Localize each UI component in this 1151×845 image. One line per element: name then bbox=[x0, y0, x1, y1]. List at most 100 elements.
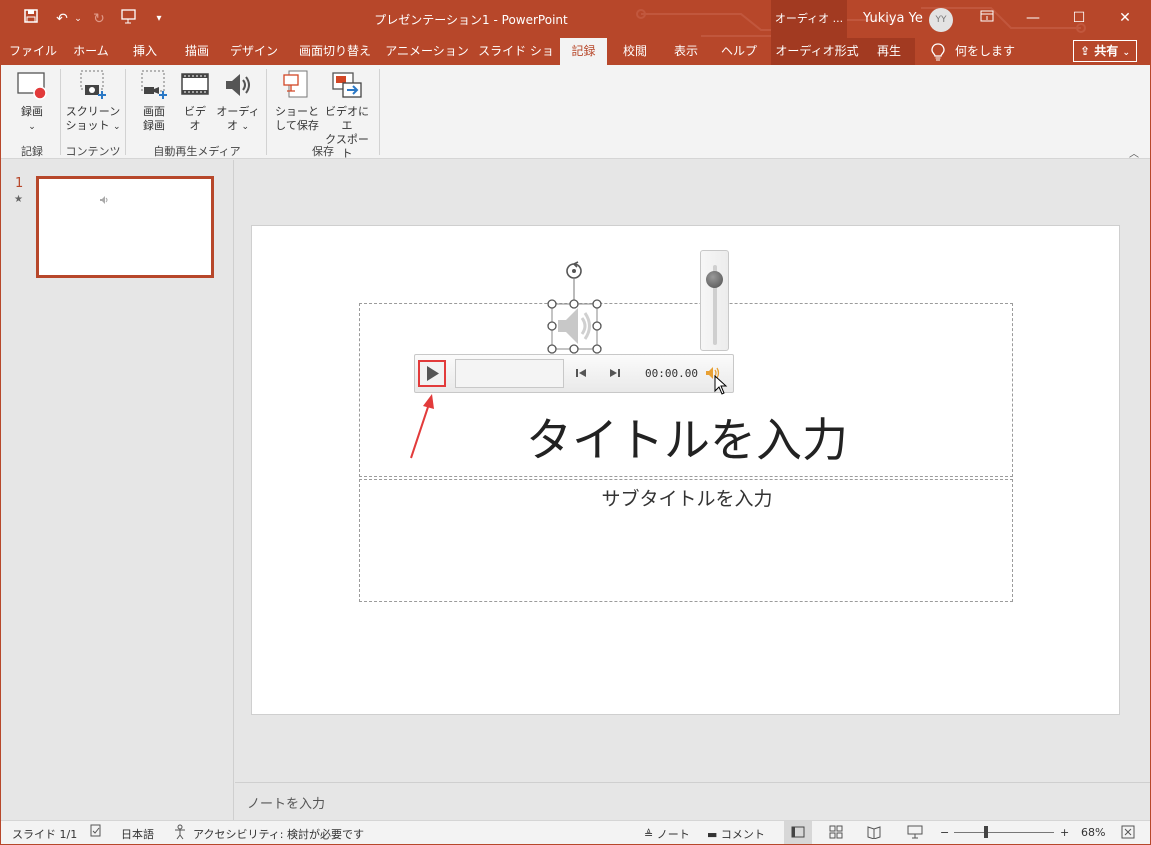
record-button[interactable]: 録画 ⌄ bbox=[9, 69, 55, 134]
avatar[interactable]: YY bbox=[929, 8, 953, 32]
tab-transitions[interactable]: 画面切り替え bbox=[289, 38, 381, 65]
notes-label: ノート bbox=[656, 828, 690, 841]
chevron-down-icon: ⌄ bbox=[112, 122, 121, 132]
ribbon-tab-row: ファイル ホーム 挿入 描画 デザイン 画面切り替え アニメーション スライド … bbox=[1, 38, 1150, 85]
comments-label: コメント bbox=[720, 828, 765, 841]
chevron-down-icon: ⌄ bbox=[241, 122, 250, 132]
normal-view-icon bbox=[791, 826, 805, 838]
slide-thumbnail[interactable] bbox=[36, 176, 214, 278]
ribbon-recording: 録画 ⌄ 記録 スクリーン ショット ⌄ コンテンツ 画面 録画 ビデ オ オー… bbox=[1, 65, 1150, 160]
reading-view-icon[interactable] bbox=[867, 825, 881, 842]
subtitle-placeholder-text: サブタイトルを入力 bbox=[601, 488, 773, 510]
screenshot-label-line1: スクリーン bbox=[65, 105, 121, 118]
audio-label-line1: オーディ bbox=[216, 105, 260, 118]
tab-animations[interactable]: アニメーション bbox=[383, 38, 471, 65]
user-name[interactable]: Yukiya Ye bbox=[863, 11, 923, 26]
contextual-tab-header: オーディオ ... bbox=[771, 0, 847, 38]
slide-canvas[interactable]: タイトルを入力 サブタイトルを入力 bbox=[251, 225, 1120, 715]
audio-label-line2: オ bbox=[226, 119, 238, 132]
tab-home[interactable]: ホーム bbox=[63, 38, 119, 65]
audio-player-bar: 00:00.00 bbox=[414, 354, 734, 393]
playback-progress-bar[interactable] bbox=[455, 359, 564, 388]
zoom-slider-thumb[interactable] bbox=[984, 826, 989, 838]
export-video-label-line1: ビデオにエ bbox=[325, 105, 369, 132]
fit-to-window-icon[interactable] bbox=[1121, 825, 1135, 842]
normal-view-button[interactable] bbox=[784, 821, 812, 844]
tab-review[interactable]: 校閲 bbox=[611, 38, 659, 65]
group-label-automedia: 自動再生メディア bbox=[153, 145, 241, 158]
screen-recording-label-line1: 画面 bbox=[143, 105, 165, 118]
maximize-icon[interactable]: ☐ bbox=[1056, 0, 1102, 36]
tab-recording[interactable]: 記録 bbox=[560, 38, 607, 65]
chevron-down-icon: ⌄ bbox=[1122, 48, 1130, 58]
share-icon: ⇪ bbox=[1080, 44, 1091, 58]
share-label: 共有 bbox=[1094, 44, 1119, 58]
zoom-percent[interactable]: 68% bbox=[1081, 826, 1105, 839]
zoom-slider[interactable] bbox=[954, 832, 1054, 833]
group-label-content: コンテンツ bbox=[65, 145, 121, 158]
notes-pane[interactable]: ノートを入力 bbox=[235, 782, 1150, 820]
animation-star-icon: ★ bbox=[14, 194, 23, 205]
group-divider bbox=[125, 69, 126, 155]
rotate-handle-icon[interactable] bbox=[566, 261, 582, 279]
annotation-arrow-icon bbox=[410, 394, 434, 459]
zoom-out-button[interactable]: − bbox=[940, 826, 949, 839]
title-placeholder-text: タイトルを入力 bbox=[526, 413, 848, 467]
screen-recording-button[interactable]: 画面 録画 bbox=[133, 69, 175, 133]
collapse-ribbon-icon[interactable]: ︿ bbox=[1129, 145, 1139, 160]
tab-draw[interactable]: 描画 bbox=[173, 38, 221, 65]
group-divider bbox=[379, 69, 380, 155]
zoom-in-button[interactable]: + bbox=[1060, 826, 1069, 839]
screenshot-label-line2: ショット bbox=[65, 119, 110, 132]
video-label-line2: オ bbox=[189, 119, 201, 132]
accessibility-status[interactable]: アクセシビリティ: 検討が必要です bbox=[193, 826, 364, 842]
slideshow-view-icon[interactable] bbox=[907, 825, 923, 842]
screen-recording-icon bbox=[141, 70, 167, 99]
tab-slideshow[interactable]: スライド ショー bbox=[473, 38, 559, 85]
language-indicator[interactable]: 日本語 bbox=[121, 826, 154, 842]
film-icon bbox=[181, 73, 209, 95]
tab-help[interactable]: ヘルプ bbox=[713, 38, 765, 65]
chevron-down-icon: ⌄ bbox=[28, 122, 36, 132]
ribbon-display-options-icon[interactable] bbox=[964, 0, 1010, 36]
comments-button[interactable]: ▬ コメント bbox=[707, 826, 765, 842]
mouse-cursor-icon bbox=[714, 375, 728, 395]
volume-thumb[interactable] bbox=[706, 271, 723, 288]
tab-design[interactable]: デザイン bbox=[223, 38, 285, 65]
tab-file[interactable]: ファイル bbox=[5, 38, 61, 65]
skip-back-button[interactable] bbox=[575, 367, 587, 382]
save-as-show-button[interactable]: ショーと して保存 bbox=[273, 69, 321, 133]
tab-insert[interactable]: 挿入 bbox=[121, 38, 169, 65]
slide-sorter-view-icon[interactable] bbox=[829, 825, 843, 842]
save-as-show-label-line2: して保存 bbox=[275, 119, 319, 132]
skip-forward-icon bbox=[610, 369, 620, 377]
group-divider bbox=[60, 69, 61, 155]
share-button[interactable]: ⇪ 共有 ⌄ bbox=[1073, 40, 1137, 62]
volume-slider[interactable] bbox=[700, 250, 729, 351]
screenshot-button[interactable]: スクリーン ショット ⌄ bbox=[65, 69, 121, 134]
spell-check-icon[interactable] bbox=[89, 824, 103, 841]
skip-forward-button[interactable] bbox=[609, 367, 621, 382]
minimize-icon[interactable]: — bbox=[1010, 0, 1056, 36]
audio-button[interactable]: オーディ オ ⌄ bbox=[215, 69, 261, 134]
close-icon[interactable]: ✕ bbox=[1102, 0, 1148, 36]
notes-placeholder: ノートを入力 bbox=[247, 797, 326, 812]
notes-icon: ≜ bbox=[644, 828, 654, 841]
lightbulb-icon[interactable] bbox=[931, 43, 945, 61]
notes-button[interactable]: ≜ ノート bbox=[644, 826, 690, 842]
powerpoint-window: ↶ ⌄ ↻ ▾ プレゼンテーション1 - PowerPoint オーディオ ..… bbox=[1, 0, 1150, 844]
accessibility-icon[interactable] bbox=[173, 824, 189, 843]
comment-icon: ▬ bbox=[707, 828, 718, 841]
screen-recording-label-line2: 録画 bbox=[143, 119, 165, 132]
tab-audio-format[interactable]: オーディオ形式 bbox=[771, 38, 863, 65]
play-button[interactable] bbox=[418, 360, 446, 387]
audio-object[interactable] bbox=[546, 258, 606, 358]
video-button[interactable]: ビデ オ bbox=[178, 69, 212, 133]
tell-me-search[interactable]: 何をしますか bbox=[955, 38, 1025, 85]
export-video-icon bbox=[332, 72, 362, 98]
record-icon bbox=[17, 72, 47, 100]
video-label-line1: ビデ bbox=[184, 105, 206, 118]
tab-view[interactable]: 表示 bbox=[663, 38, 709, 65]
tab-playback[interactable]: 再生 bbox=[863, 38, 915, 65]
subtitle-placeholder[interactable]: サブタイトルを入力 bbox=[359, 479, 1013, 602]
